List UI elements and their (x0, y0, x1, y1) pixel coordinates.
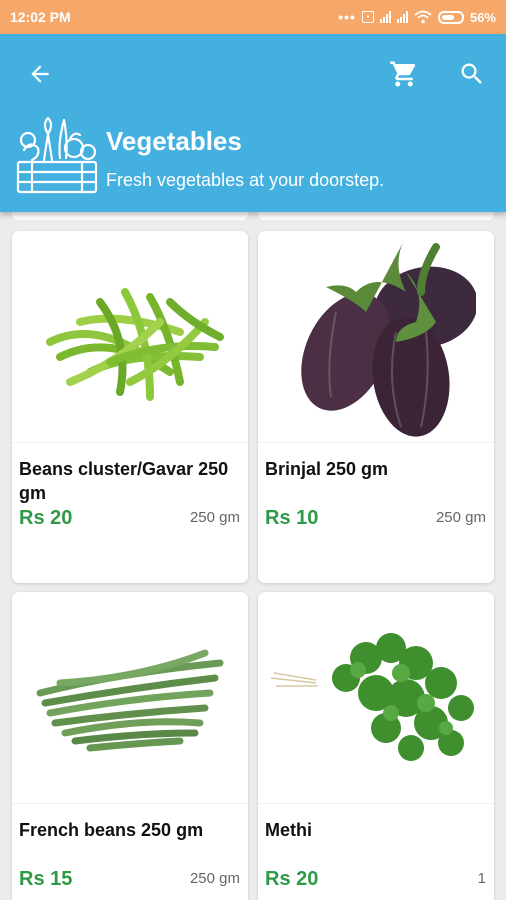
signal-icon-2 (396, 11, 408, 23)
product-image-cluster-beans (12, 231, 248, 443)
cart-icon (390, 61, 416, 87)
product-weight: 250 gm (189, 509, 240, 526)
product-grid: Beans cluster/Gavar 250 gm Rs 20 250 gm … (0, 212, 506, 900)
product-card[interactable]: Beans cluster/Gavar 250 gm Rs 20 250 gm (12, 231, 248, 583)
product-price: Rs 15 (19, 868, 73, 890)
page-title: Vegetables (106, 126, 242, 156)
product-weight: 250 gm (189, 870, 240, 887)
status-bar: 12:02 PM ••• ▪ 56% (0, 0, 506, 34)
product-name: Brinjal 250 gm (265, 459, 389, 479)
vegetable-basket-icon (16, 116, 98, 194)
search-button[interactable] (450, 52, 494, 96)
notification-dots-icon: ••• (338, 9, 356, 25)
battery-icon (437, 10, 464, 24)
product-price: Rs 10 (265, 507, 319, 529)
back-button[interactable] (18, 52, 62, 96)
status-icons: ••• ▪ 56% (338, 9, 496, 25)
back-arrow-icon (31, 65, 49, 83)
previous-card-edge (258, 212, 494, 220)
search-icon (461, 63, 482, 84)
previous-card-edge (12, 212, 248, 220)
product-card[interactable]: French beans 250 gm Rs 15 250 gm (12, 592, 248, 900)
battery-percent: 56% (469, 9, 496, 25)
product-image-methi (258, 592, 494, 804)
product-name: Methi (265, 820, 312, 840)
sim-icon: ▪ (361, 11, 374, 23)
product-price: Rs 20 (265, 868, 319, 890)
product-weight: 1 (477, 870, 486, 887)
product-price: Rs 20 (19, 507, 73, 529)
product-card[interactable]: Methi Rs 20 1 (258, 592, 494, 900)
product-name: French beans 250 gm (19, 820, 204, 840)
product-image-brinjal (258, 231, 494, 443)
page-subtitle: Fresh vegetables at your doorstep. (106, 170, 385, 190)
product-weight: 250 gm (435, 509, 486, 526)
signal-icon (379, 11, 391, 23)
app-header: Vegetables Fresh vegetables at your door… (0, 34, 506, 212)
status-time: 12:02 PM (10, 9, 71, 25)
wifi-icon (414, 10, 432, 24)
product-card[interactable]: Brinjal 250 gm Rs 10 250 gm (258, 231, 494, 583)
cart-button[interactable] (382, 52, 426, 96)
product-image-french-beans (12, 592, 248, 804)
product-name: Beans cluster/Gavar 250 gm (19, 459, 229, 503)
